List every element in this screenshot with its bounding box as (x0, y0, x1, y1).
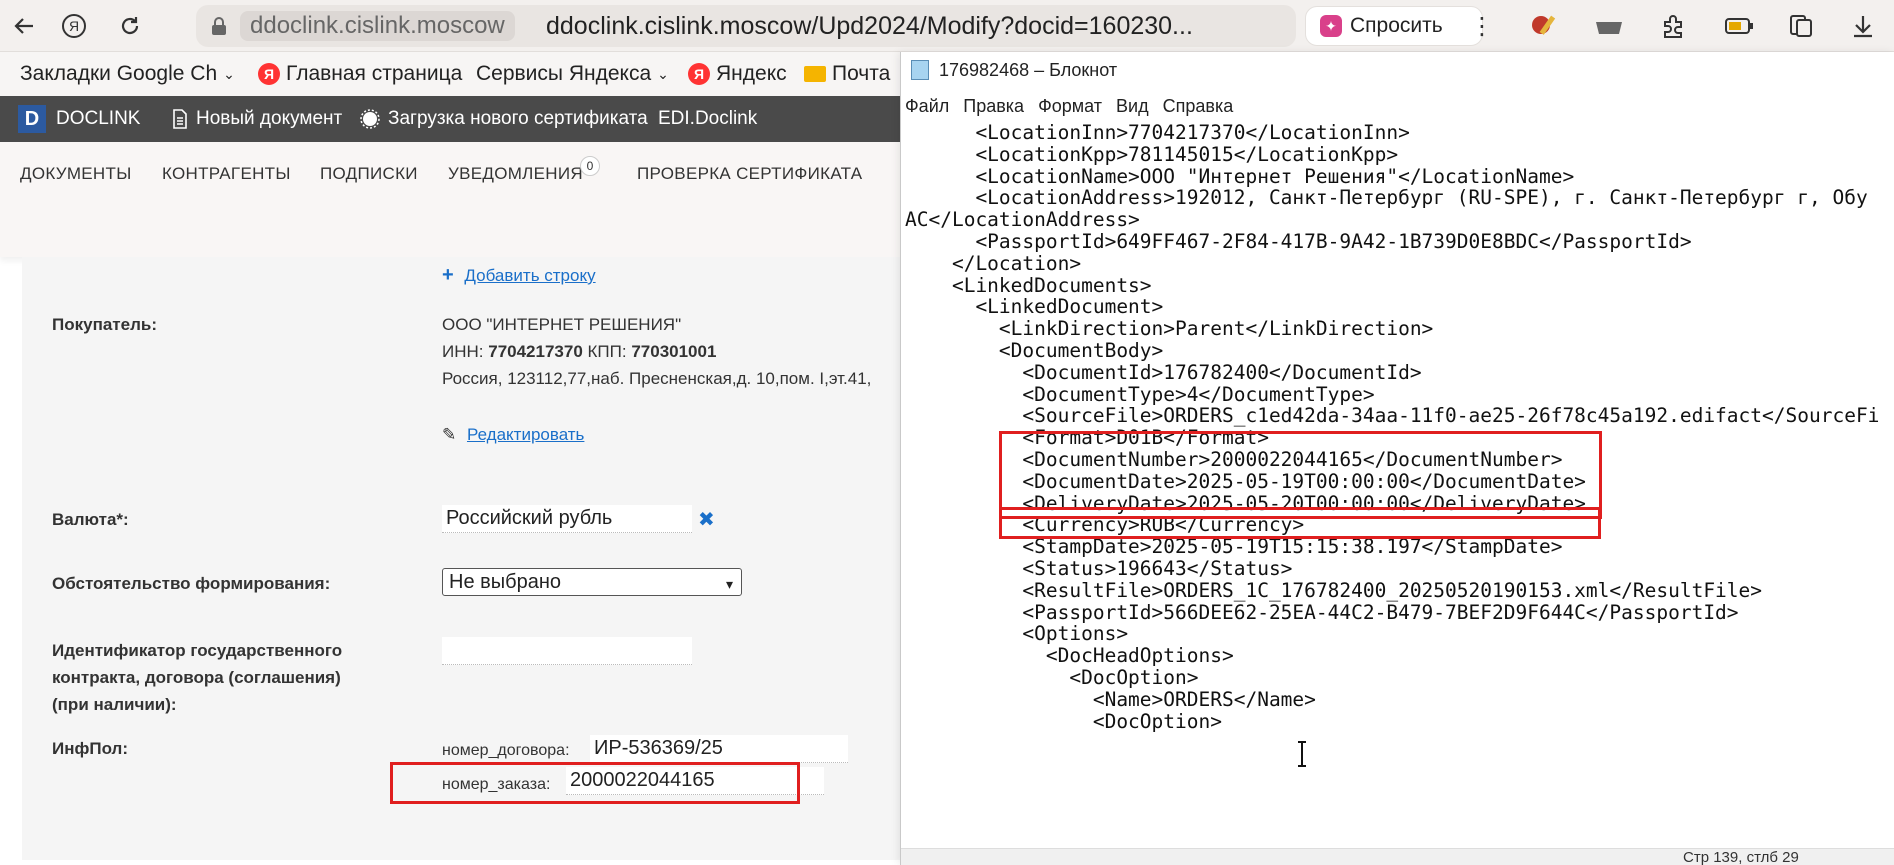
nav-subscriptions[interactable]: ПОДПИСКИ (320, 164, 418, 184)
chevron-down-icon: ▾ (725, 576, 733, 592)
add-row-link[interactable]: + Добавить строку (442, 262, 596, 289)
ask-button[interactable]: ✦ Спросить (1305, 6, 1483, 46)
bookmark-yandex[interactable]: Я Яндекс (688, 62, 787, 86)
kpp-value: 770301001 (631, 342, 717, 361)
yandex-logo-icon: Я (258, 63, 280, 85)
main-nav: ДОКУМЕНТЫ КОНТРАГЕНТЫ ПОДПИСКИ УВЕДОМЛЕН… (0, 142, 900, 257)
notepad-statusbar: Стр 139, стлб 29 (901, 848, 1894, 865)
nav-documents[interactable]: ДОКУМЕНТЫ (20, 164, 132, 184)
chevron-down-icon: ⌄ (657, 65, 669, 82)
doclink-header: D DOCLINK Новый документ Загрузка нового… (0, 96, 900, 142)
currency-input[interactable]: Российский рубль (442, 505, 692, 533)
nav-notifications[interactable]: УВЕДОМЛЕНИЯ (448, 164, 583, 184)
edi-doclink-link[interactable]: EDI.Doclink (658, 108, 757, 130)
inn-value: 7704217370 (488, 342, 583, 361)
order-number-highlight (390, 762, 800, 804)
gov-id-label: Идентификатор государственного контракта… (52, 637, 342, 718)
pencil-icon: ✎ (442, 425, 457, 444)
back-icon[interactable] (8, 10, 40, 42)
lock-icon[interactable] (208, 15, 230, 37)
seal-icon (360, 109, 380, 129)
menu-file[interactable]: Файл (905, 96, 949, 117)
notepad-line: <DocOption> (905, 709, 1222, 733)
upload-certificate-link[interactable]: Загрузка нового сертификата (360, 108, 648, 130)
bookmark-label: Главная страница (286, 62, 463, 85)
svg-text:Я: Я (69, 18, 79, 34)
notepad-window: 176982468 – Блокнот Файл Правка Формат В… (900, 52, 1894, 865)
gov-id-label-line: контракта, договора (соглашения) (52, 668, 341, 687)
notepad-menu: Файл Правка Формат Вид Справка (901, 92, 1894, 120)
gov-id-input[interactable] (442, 637, 692, 665)
bookmark-label: Закладки Google Ch (20, 62, 218, 85)
new-document-label: Новый документ (196, 108, 343, 129)
menu-edit[interactable]: Правка (963, 96, 1024, 117)
collections-icon[interactable] (1784, 10, 1818, 42)
upload-certificate-label: Загрузка нового сертификата (388, 108, 648, 129)
url-text[interactable]: ddoclink.cislink.moscow/Upd2024/Modify?d… (546, 12, 1193, 41)
add-row-label: Добавить строку (464, 266, 596, 285)
bookmark-label: Почта (832, 62, 891, 85)
menu-help[interactable]: Справка (1163, 96, 1234, 117)
buyer-name: ООО "ИНТЕРНЕТ РЕШЕНИЯ" (442, 315, 682, 334)
extension-tray-icon[interactable] (1592, 10, 1626, 42)
edit-label: Редактировать (466, 425, 585, 444)
bookmark-mail[interactable]: Почта (804, 62, 890, 86)
bookmark-label: Сервисы Яндекса (476, 62, 652, 85)
cursor-position: Стр 139, стлб 29 (1683, 849, 1799, 865)
extensions-puzzle-icon[interactable] (1656, 10, 1690, 42)
notification-count-badge: 0 (580, 156, 600, 176)
more-menu-icon[interactable]: ⋮ (1470, 12, 1494, 41)
nav-certificate-check[interactable]: ПРОВЕРКА СЕРТИФИКАТА (637, 164, 862, 184)
extension-pen-icon[interactable] (1527, 10, 1561, 42)
buyer-address: Россия, 123112,77,наб. Пресненская,д. 10… (442, 369, 872, 388)
notepad-icon (911, 60, 929, 80)
circumstance-label: Обстоятельство формирования: (52, 574, 331, 593)
notepad-title: 176982468 – Блокнот (939, 59, 1118, 80)
contract-number-input[interactable]: ИР-536369/25 (590, 735, 848, 763)
circumstance-value: Не выбрано (449, 571, 561, 593)
notepad-titlebar[interactable]: 176982468 – Блокнот (901, 52, 1894, 88)
kpp-label: КПП: (587, 342, 627, 361)
host-chip[interactable]: ddoclink.cislink.moscow (240, 11, 515, 41)
doclink-logo-icon[interactable]: D (18, 105, 46, 133)
buyer-label: Покупатель: (52, 315, 157, 334)
bookmark-yandex-home[interactable]: Я Главная страница (258, 62, 462, 86)
ai-sparkle-icon: ✦ (1320, 15, 1342, 37)
infpol-label: ИнфПол: (52, 739, 129, 758)
downloads-icon[interactable] (1846, 10, 1880, 42)
document-number-highlight (999, 507, 1601, 539)
circumstance-select[interactable]: Не выбрано ▾ (442, 568, 742, 596)
clear-currency-icon[interactable]: ✖ (698, 507, 715, 532)
bookmarks-bar: Закладки Google Ch ⌄ Я Главная страница … (0, 52, 900, 96)
text-cursor-icon (1298, 741, 1306, 767)
bookmark-label: Яндекс (716, 62, 787, 85)
upd-form: + Добавить строку Покупатель: ООО "ИНТЕР… (22, 257, 900, 860)
bookmark-yandex-services[interactable]: Сервисы Яндекса ⌄ (476, 62, 669, 86)
gov-id-label-line: (при наличии): (52, 695, 177, 714)
document-icon (173, 109, 187, 129)
yandex-home-icon[interactable]: Я (58, 10, 90, 42)
battery-icon[interactable] (1722, 10, 1756, 42)
menu-view[interactable]: Вид (1116, 96, 1149, 117)
bookmark-google[interactable]: Закладки Google Ch ⌄ (20, 62, 235, 86)
reload-icon[interactable] (114, 10, 146, 42)
document-type-highlight (999, 431, 1602, 519)
yandex-logo-icon: Я (688, 63, 710, 85)
brand-link[interactable]: DOCLINK (56, 108, 140, 130)
nav-counterparties[interactable]: КОНТРАГЕНТЫ (162, 164, 291, 184)
ask-label: Спросить (1350, 14, 1443, 37)
address-bar[interactable]: ddoclink.cislink.moscow ddoclink.cislink… (196, 5, 1457, 47)
contract-key: номер_договора: (442, 742, 570, 759)
edit-buyer-link[interactable]: ✎ Редактировать (442, 421, 584, 448)
buyer-inn-kpp: ИНН: 7704217370 КПП: 770301001 (442, 338, 716, 365)
browser-toolbar: Я ddoclink.cislink.moscow ddoclink.cisli… (0, 0, 1894, 52)
menu-format[interactable]: Формат (1038, 96, 1102, 117)
chevron-down-icon: ⌄ (223, 65, 235, 82)
currency-label: Валюта*: (52, 510, 129, 529)
plus-icon: + (442, 264, 454, 286)
inn-label: ИНН: (442, 342, 484, 361)
mail-icon (804, 66, 826, 82)
new-document-link[interactable]: Новый документ (172, 108, 342, 130)
gov-id-label-line: Идентификатор государственного (52, 641, 343, 660)
